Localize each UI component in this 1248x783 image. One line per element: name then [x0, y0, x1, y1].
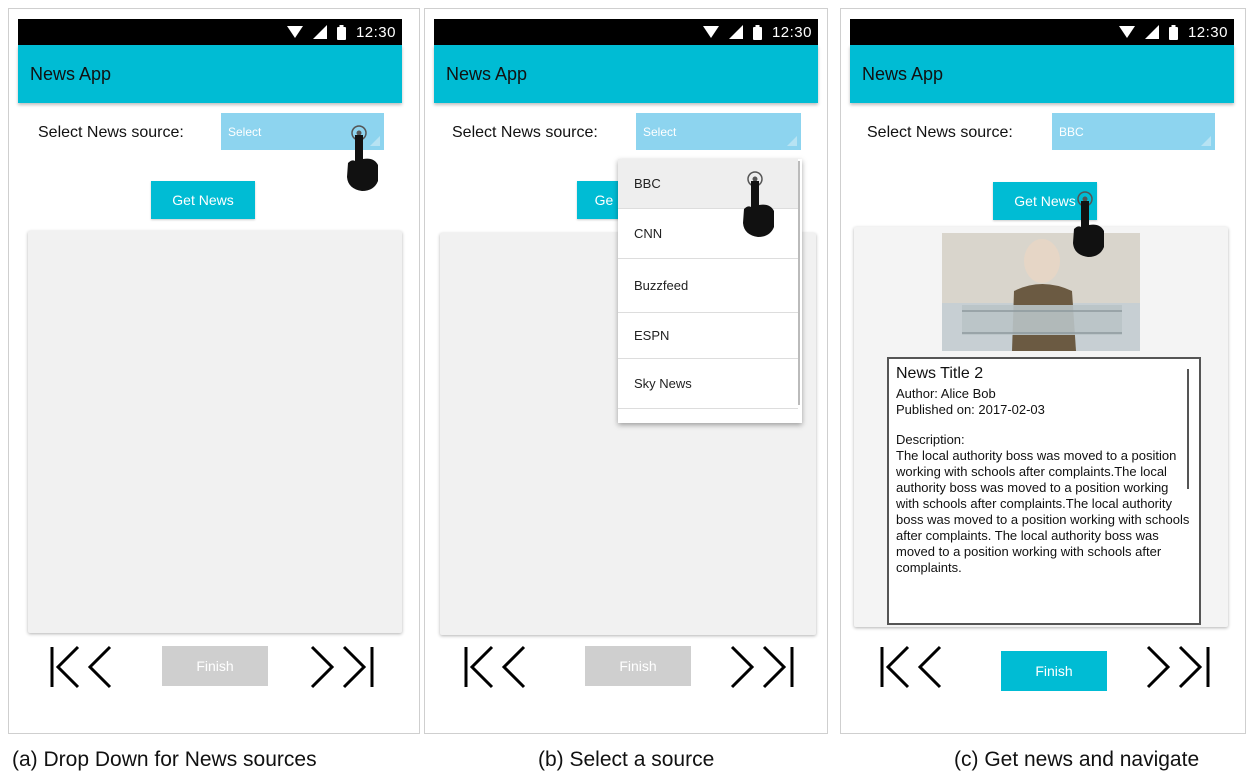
- last-page-icon[interactable]: [1142, 645, 1214, 689]
- option-buzzfeed[interactable]: Buzzfeed: [618, 259, 798, 313]
- status-time: 12:30: [355, 23, 396, 41]
- get-news-label: Ge: [594, 192, 614, 208]
- app-bar: News App: [434, 45, 818, 103]
- battery-icon: [752, 24, 762, 40]
- caption-a: (a) Drop Down for News sources: [12, 748, 317, 771]
- first-page-icon[interactable]: [48, 645, 118, 689]
- news-source-dropdown[interactable]: Select: [636, 113, 801, 150]
- battery-icon: [1168, 24, 1178, 40]
- news-source-dropdown[interactable]: BBC: [1052, 113, 1215, 150]
- news-detail-box[interactable]: News Title 2 Author: Alice Bob Published…: [887, 357, 1201, 625]
- finish-button[interactable]: Finish: [1001, 651, 1107, 691]
- signal-icon: [312, 25, 327, 39]
- option-sky-news[interactable]: Sky News: [618, 359, 798, 409]
- option-label: ESPN: [634, 328, 670, 343]
- dropdown-value: Select: [228, 125, 262, 139]
- news-card: News Title 2 Author: Alice Bob Published…: [854, 227, 1228, 627]
- status-bar: 12:30: [18, 19, 402, 45]
- news-author: Author: Alice Bob: [896, 386, 996, 401]
- news-card: [28, 231, 402, 633]
- app-bar: News App: [18, 45, 402, 103]
- finish-label: Finish: [619, 658, 657, 674]
- status-bar: 12:30: [850, 19, 1234, 45]
- first-page-icon[interactable]: [878, 645, 948, 689]
- option-label: CNN: [634, 226, 663, 241]
- last-page-icon[interactable]: [306, 645, 378, 689]
- finish-label: Finish: [196, 658, 234, 674]
- news-scrollbar[interactable]: [1187, 369, 1189, 489]
- wifi-icon: [286, 26, 303, 38]
- get-news-button[interactable]: Get News: [151, 181, 255, 219]
- news-image: [942, 233, 1140, 351]
- app-bar: News App: [850, 45, 1234, 103]
- news-source-label: Select News source:: [38, 124, 184, 141]
- last-page-icon[interactable]: [726, 645, 798, 689]
- status-time: 12:30: [1187, 23, 1228, 41]
- news-description: The local authority boss was moved to a …: [896, 448, 1190, 575]
- options-scrollbar[interactable]: [798, 161, 800, 405]
- first-page-icon[interactable]: [462, 645, 532, 689]
- option-espn[interactable]: ESPN: [618, 313, 798, 359]
- option-label: BBC: [634, 176, 661, 191]
- status-time: 12:30: [771, 23, 812, 41]
- hand-pointer-icon: [347, 125, 378, 191]
- app-title: News App: [862, 63, 944, 84]
- signal-icon: [1144, 25, 1159, 39]
- news-published: Published on: 2017-02-03: [896, 402, 1045, 417]
- app-title: News App: [446, 63, 528, 84]
- phone-screen-c: 12:30 News App Select News source: BBC G…: [850, 19, 1234, 715]
- dropdown-caret-icon: [1201, 136, 1211, 146]
- option-label: Buzzfeed: [634, 278, 689, 293]
- news-source-label: Select News source:: [867, 124, 1013, 141]
- signal-icon: [728, 25, 743, 39]
- get-news-label: Get News: [1014, 193, 1076, 209]
- screen-a-frame: 12:30 News App Select News source: Selec…: [8, 8, 420, 734]
- phone-screen-b: 12:30 News App Select News source: Selec…: [434, 19, 818, 715]
- dropdown-value: BBC: [1059, 125, 1084, 139]
- dropdown-caret-icon: [787, 136, 797, 146]
- screen-b-frame: 12:30 News App Select News source: Selec…: [424, 8, 828, 734]
- hand-pointer-icon: [1073, 191, 1104, 257]
- status-bar: 12:30: [434, 19, 818, 45]
- caption-b: (b) Select a source: [538, 748, 715, 771]
- screen-c-frame: 12:30 News App Select News source: BBC G…: [840, 8, 1246, 734]
- option-label: Sky News: [634, 376, 692, 391]
- dropdown-value: Select: [643, 125, 677, 139]
- wifi-icon: [702, 26, 719, 38]
- news-description-label: Description:: [896, 432, 965, 447]
- caption-c: (c) Get news and navigate: [954, 748, 1200, 771]
- app-title: News App: [30, 63, 112, 84]
- finish-button[interactable]: Finish: [585, 646, 691, 686]
- news-title: News Title 2: [896, 365, 984, 382]
- hand-pointer-icon: [743, 171, 774, 237]
- news-source-label: Select News source:: [452, 124, 598, 141]
- battery-icon: [336, 24, 346, 40]
- wifi-icon: [1118, 26, 1135, 38]
- get-news-label: Get News: [172, 192, 234, 208]
- finish-label: Finish: [1035, 663, 1073, 679]
- phone-screen-a: 12:30 News App Select News source: Selec…: [18, 19, 402, 715]
- finish-button[interactable]: Finish: [162, 646, 268, 686]
